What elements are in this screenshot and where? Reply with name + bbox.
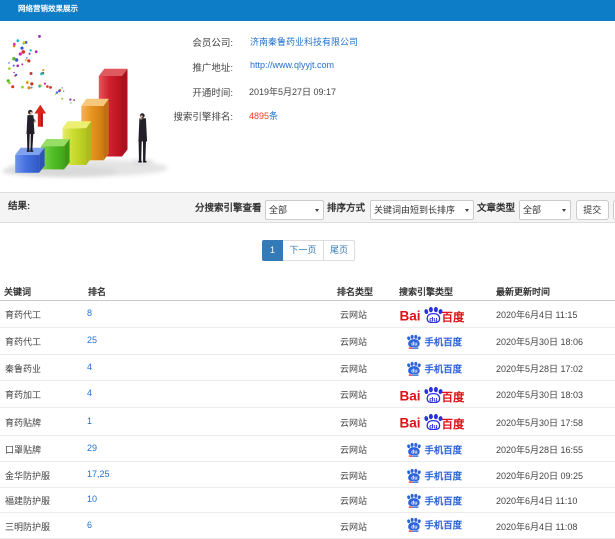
svg-text:du: du — [411, 449, 417, 455]
svg-text:Bai: Bai — [400, 416, 421, 431]
svg-text:手机百度: 手机百度 — [425, 363, 463, 374]
svg-text:du: du — [411, 341, 417, 347]
svg-text:du: du — [411, 368, 417, 374]
svg-text:百度: 百度 — [442, 310, 465, 323]
svg-text:Bai: Bai — [400, 308, 421, 323]
svg-text:手机百度: 手机百度 — [425, 495, 463, 506]
svg-text:百度: 百度 — [442, 390, 465, 403]
svg-text:百度: 百度 — [442, 417, 465, 430]
svg-text:du: du — [429, 396, 437, 403]
svg-text:Bai: Bai — [400, 388, 421, 403]
svg-text:du: du — [411, 524, 417, 530]
svg-text:du: du — [429, 316, 437, 323]
svg-text:du: du — [411, 500, 417, 506]
svg-text:du: du — [411, 475, 417, 481]
svg-text:手机百度: 手机百度 — [425, 336, 463, 347]
svg-text:手机百度: 手机百度 — [425, 519, 463, 530]
svg-text:du: du — [429, 423, 437, 430]
svg-text:手机百度: 手机百度 — [425, 444, 463, 455]
svg-text:手机百度: 手机百度 — [425, 470, 463, 481]
